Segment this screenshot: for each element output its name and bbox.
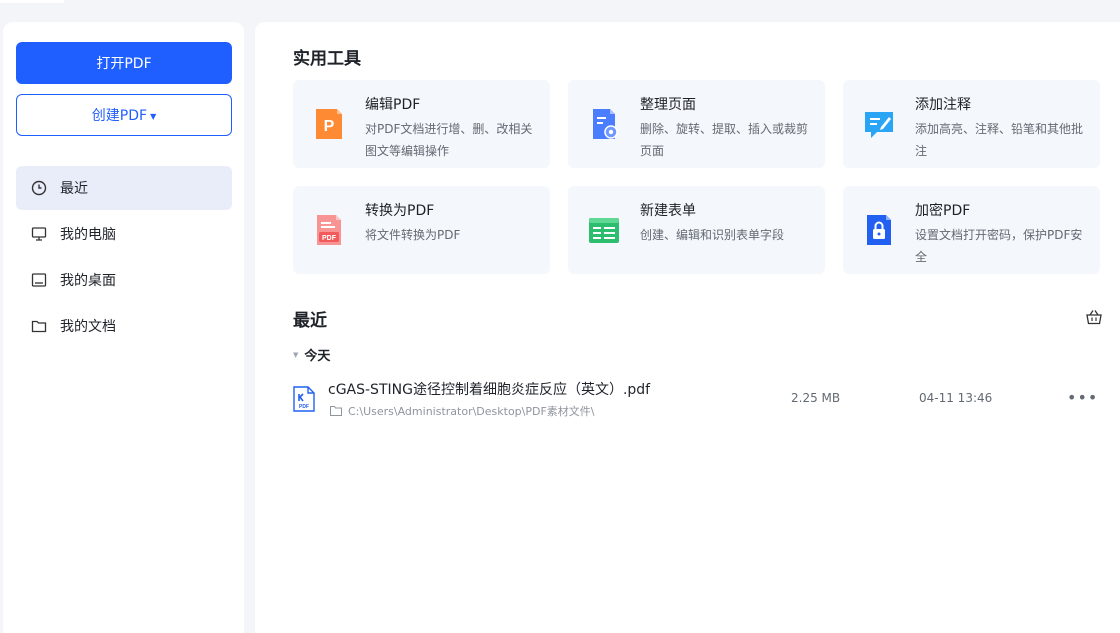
folder-icon [30, 317, 48, 335]
convert-pdf-icon: PDF [317, 215, 341, 245]
sidebar-item-label: 我的文档 [60, 319, 116, 335]
file-path: C:\Users\Administrator\Desktop\PDF素材文件\ [348, 405, 595, 418]
desktop-icon [30, 271, 48, 289]
tool-desc: 将文件转换为PDF [365, 228, 461, 242]
sidebar-item-label: 我的电脑 [60, 227, 116, 243]
tool-name: 整理页面 [640, 97, 696, 113]
sidebar-item-label: 我的桌面 [60, 273, 116, 289]
create-pdf-button[interactable]: 创建PDF ▼ [16, 94, 232, 136]
tool-desc: 设置文档打开密码，保护PDF安全 [915, 228, 1083, 264]
caret-down-icon: ▼ [293, 350, 299, 359]
svg-text:P: P [324, 118, 335, 135]
organize-pages-icon [593, 109, 618, 139]
form-icon [589, 218, 619, 243]
tool-desc: 删除、旋转、提取、插入或裁剪页面 [640, 122, 809, 158]
tool-card-edit-pdf[interactable]: P 编辑PDF 对PDF文档进行增、删、改相关图文等编辑操作 [293, 80, 550, 168]
top-tab-stub [0, 0, 64, 3]
tool-name: 添加注释 [915, 97, 971, 113]
file-name: cGAS-STING途径控制着细胞炎症反应（英文）.pdf [328, 382, 651, 398]
tool-card-encrypt-pdf[interactable]: 加密PDF 设置文档打开密码，保护PDF安全 [843, 186, 1100, 274]
recent-title: 最近 [293, 311, 327, 331]
folder-icon [330, 406, 342, 416]
tool-card-new-form[interactable]: 新建表单 创建、编辑和识别表单字段 [568, 186, 825, 274]
edit-pdf-icon: P [316, 109, 342, 139]
sidebar-item-my-computer[interactable]: 我的电脑 [16, 212, 232, 256]
group-today-header[interactable]: ▼ 今天 [293, 345, 330, 364]
file-row[interactable]: PDF cGAS-STING途径控制着细胞炎症反应（英文）.pdf C:\Use… [291, 376, 1101, 422]
open-pdf-label: 打开PDF [96, 56, 152, 72]
tools-title: 实用工具 [293, 49, 361, 69]
lock-icon [867, 215, 891, 245]
sidebar-item-label: 最近 [60, 181, 88, 197]
file-date: 04-11 13:46 [919, 391, 993, 405]
main-panel: 实用工具 P 编辑PDF 对PDF文档进行增、删、改相关图文等编辑操作 整理页面… [255, 22, 1120, 633]
pdf-file-icon: PDF [293, 386, 315, 412]
sidebar-item-my-documents[interactable]: 我的文档 [16, 304, 232, 348]
sidebar-item-recent[interactable]: 最近 [16, 166, 232, 210]
tool-name: 加密PDF [915, 203, 971, 219]
create-pdf-label: 创建PDF [91, 108, 148, 124]
tool-desc: 创建、编辑和识别表单字段 [640, 228, 785, 242]
annotate-icon [865, 112, 893, 138]
tool-desc: 对PDF文档进行增、删、改相关图文等编辑操作 [365, 122, 533, 158]
open-pdf-button[interactable]: 打开PDF [16, 42, 232, 84]
tool-name: 编辑PDF [365, 97, 421, 113]
svg-text:PDF: PDF [299, 404, 309, 410]
group-label: 今天 [304, 349, 331, 364]
caret-down-icon: ▼ [150, 111, 157, 121]
clear-basket-icon[interactable] [1085, 308, 1103, 326]
file-size: 2.25 MB [791, 391, 841, 405]
more-options-icon[interactable]: ••• [1067, 388, 1098, 407]
tool-name: 转换为PDF [365, 203, 435, 219]
tool-desc: 添加高亮、注释、铅笔和其他批注 [915, 122, 1084, 158]
monitor-icon [30, 225, 48, 243]
tool-card-convert-pdf[interactable]: PDF 转换为PDF 将文件转换为PDF [293, 186, 550, 274]
sidebar-item-my-desktop[interactable]: 我的桌面 [16, 258, 232, 302]
svg-text:PDF: PDF [322, 235, 337, 242]
tool-name: 新建表单 [640, 203, 696, 219]
tool-card-organize-pages[interactable]: 整理页面 删除、旋转、提取、插入或裁剪页面 [568, 80, 825, 168]
clock-icon [30, 179, 48, 197]
sidebar: 打开PDF 创建PDF ▼ 最近 我的电脑 我的桌面 我的文档 [3, 22, 244, 633]
sidebar-nav: 最近 我的电脑 我的桌面 我的文档 [16, 166, 232, 350]
tool-card-annotate[interactable]: 添加注释 添加高亮、注释、铅笔和其他批注 [843, 80, 1100, 168]
